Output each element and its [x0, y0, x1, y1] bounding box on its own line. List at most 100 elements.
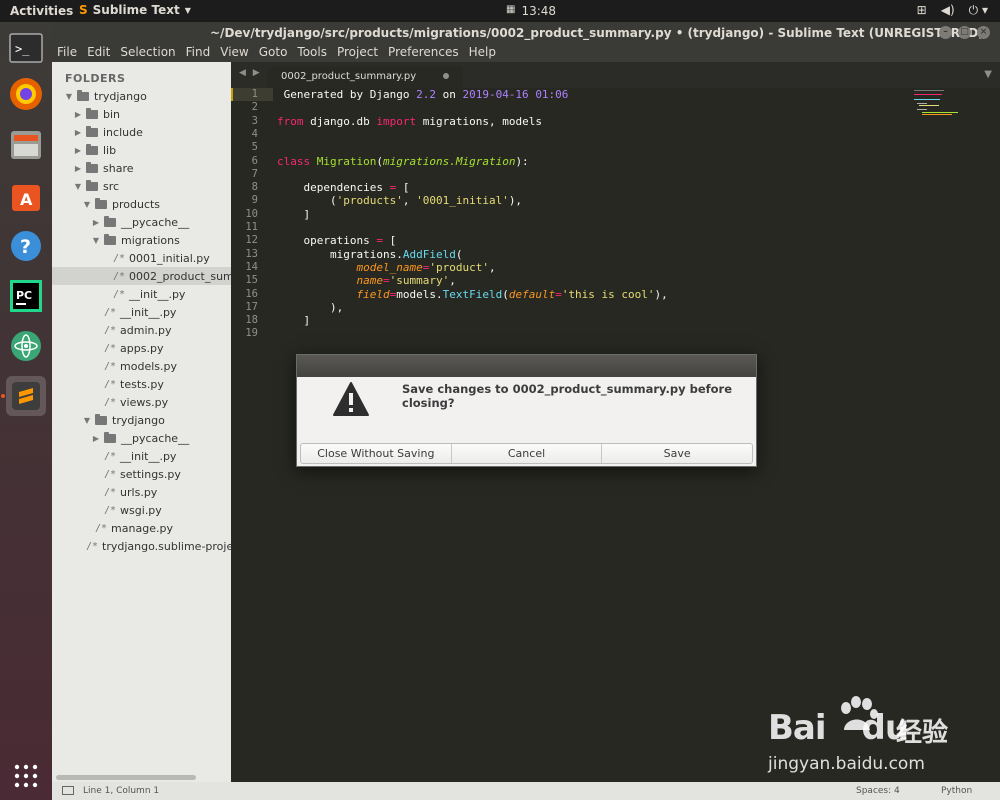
panel-toggle-icon[interactable] [62, 786, 74, 795]
cancel-button[interactable]: Cancel [452, 444, 603, 463]
tree-label: admin.py [120, 323, 172, 337]
system-tray[interactable]: ⊞ ◀) ⏻ ▾ [917, 3, 988, 18]
menu-find[interactable]: Find [181, 44, 216, 62]
tree-folder-bin[interactable]: ▶ bin [52, 105, 231, 123]
tree-folder-include[interactable]: ▶ include [52, 123, 231, 141]
menu-goto[interactable]: Goto [254, 44, 293, 62]
tree-file[interactable]: /* trydjango.sublime-project [52, 537, 231, 555]
app-grid-icon [14, 764, 38, 788]
tree-file[interactable]: /* wsgi.py [52, 501, 231, 519]
tab-active[interactable]: 0002_product_summary.py [267, 66, 463, 88]
file-icon: /* [104, 360, 117, 372]
window-titlebar[interactable]: ~/Dev/trydjango/src/products/migrations/… [52, 22, 1000, 44]
watermark-chinese: 经验 [896, 718, 949, 748]
tree-label: products [112, 197, 161, 211]
desktop: Activities S Sublime Text ▼ ▦ 13:48 ⊞ ◀)… [0, 0, 1000, 800]
minimize-button[interactable]: – [939, 26, 952, 39]
pycharm-launcher[interactable]: PC [6, 276, 46, 316]
menu-view[interactable]: View [215, 44, 253, 62]
terminal-launcher[interactable]: >_ [6, 28, 46, 68]
dialog-titlebar[interactable] [297, 355, 756, 377]
tree-folder-src[interactable]: ▼ src [52, 177, 231, 195]
minimap-line [922, 112, 958, 113]
software-launcher[interactable]: A [6, 176, 46, 216]
help-launcher[interactable]: ? [6, 226, 46, 266]
tree-file[interactable]: /* tests.py [52, 375, 231, 393]
folder-icon [77, 89, 89, 101]
close-button[interactable]: × [977, 26, 990, 39]
folder-icon [104, 233, 116, 245]
tree-folder-share[interactable]: ▶ share [52, 159, 231, 177]
tree-folder-trydjango-inner[interactable]: ▼ trydjango [52, 411, 231, 429]
tree-file[interactable]: /* admin.py [52, 321, 231, 339]
file-icon: /* [113, 288, 126, 300]
sidebar-scrollbar[interactable] [56, 775, 196, 780]
tree-label: include [103, 125, 143, 139]
tree-folder-lib[interactable]: ▶ lib [52, 141, 231, 159]
tree-folder-migrations[interactable]: ▼ migrations [52, 231, 231, 249]
chevron-right-icon: ▶ [74, 127, 82, 137]
app-menu[interactable]: S Sublime Text ▼ [79, 3, 191, 17]
line-number: 10 [245, 207, 258, 220]
tab-dropdown-icon[interactable]: ▼ [984, 69, 992, 80]
tree-file[interactable]: /* apps.py [52, 339, 231, 357]
tree-folder-products[interactable]: ▼ products [52, 195, 231, 213]
dialog-button-row: Close Without Saving Cancel Save [300, 443, 753, 464]
show-applications-button[interactable] [6, 756, 46, 796]
clock[interactable]: ▦ 13:48 [506, 4, 556, 18]
tree-file[interactable]: /* manage.py [52, 519, 231, 537]
top-panel: Activities S Sublime Text ▼ ▦ 13:48 ⊞ ◀)… [0, 0, 1000, 22]
activities-button[interactable]: Activities [10, 4, 73, 18]
svg-text:?: ? [20, 236, 31, 258]
tree-label: __init__.py [120, 305, 177, 319]
tree-file-selected[interactable]: /*0002_product_summ [52, 267, 231, 285]
menu-edit[interactable]: Edit [82, 44, 115, 62]
menu-project[interactable]: Project [332, 44, 383, 62]
tab-nav-arrows[interactable]: ◀ ▶ [239, 68, 262, 78]
menu-help[interactable]: Help [464, 44, 501, 62]
sublime-launcher[interactable] [6, 376, 46, 416]
tree-file[interactable]: /* models.py [52, 357, 231, 375]
tree-file[interactable]: /* views.py [52, 393, 231, 411]
calendar-icon: ▦ [506, 4, 516, 15]
menu-selection[interactable]: Selection [115, 44, 180, 62]
minimap[interactable] [914, 90, 960, 116]
file-icon: /* [86, 540, 99, 552]
files-launcher[interactable] [6, 124, 46, 164]
line-number: 15 [245, 274, 258, 287]
line-number: 11 [245, 221, 258, 233]
maximize-button[interactable]: □ [958, 26, 971, 39]
tree-file[interactable]: /* __init__.py [52, 303, 231, 321]
tree-folder-pycache[interactable]: ▶ __pycache__ [52, 213, 231, 231]
files-icon [11, 131, 41, 159]
folder-icon [95, 413, 107, 425]
volume-icon[interactable]: ◀) [941, 3, 955, 18]
tree-folder-pycache-2[interactable]: ▶ __pycache__ [52, 429, 231, 447]
launcher-dock: >_ A ? PC [0, 22, 52, 800]
power-icon[interactable]: ⏻ ▾ [969, 3, 988, 18]
folder-icon [95, 197, 107, 209]
syntax-selector[interactable]: Python [941, 786, 972, 796]
menu-tools[interactable]: Tools [292, 44, 332, 62]
menu-file[interactable]: File [52, 44, 82, 62]
atom-launcher[interactable] [6, 326, 46, 366]
menu-preferences[interactable]: Preferences [383, 44, 464, 62]
help-icon: ? [11, 231, 41, 261]
tree-file[interactable]: /* 0001_initial.py [52, 249, 231, 267]
tree-file[interactable]: /* settings.py [52, 465, 231, 483]
line-number: 4 [251, 127, 258, 140]
tree-file[interactable]: /* urls.py [52, 483, 231, 501]
indentation-setting[interactable]: Spaces: 4 [856, 786, 900, 796]
save-button[interactable]: Save [602, 444, 752, 463]
close-without-saving-button[interactable]: Close Without Saving [301, 444, 452, 463]
minimap-line [922, 114, 952, 115]
chevron-down-icon: ▼ [65, 91, 73, 101]
tree-file[interactable]: /* __init__.py [52, 447, 231, 465]
unsaved-dot-icon[interactable] [443, 73, 449, 79]
tree-file[interactable]: /* __init__.py [52, 285, 231, 303]
firefox-launcher[interactable] [6, 74, 46, 114]
network-icon[interactable]: ⊞ [917, 3, 927, 18]
tree-folder-trydjango[interactable]: ▼ trydjango [52, 87, 231, 105]
tree-label: migrations [121, 233, 180, 247]
clock-time: 13:48 [521, 4, 557, 18]
